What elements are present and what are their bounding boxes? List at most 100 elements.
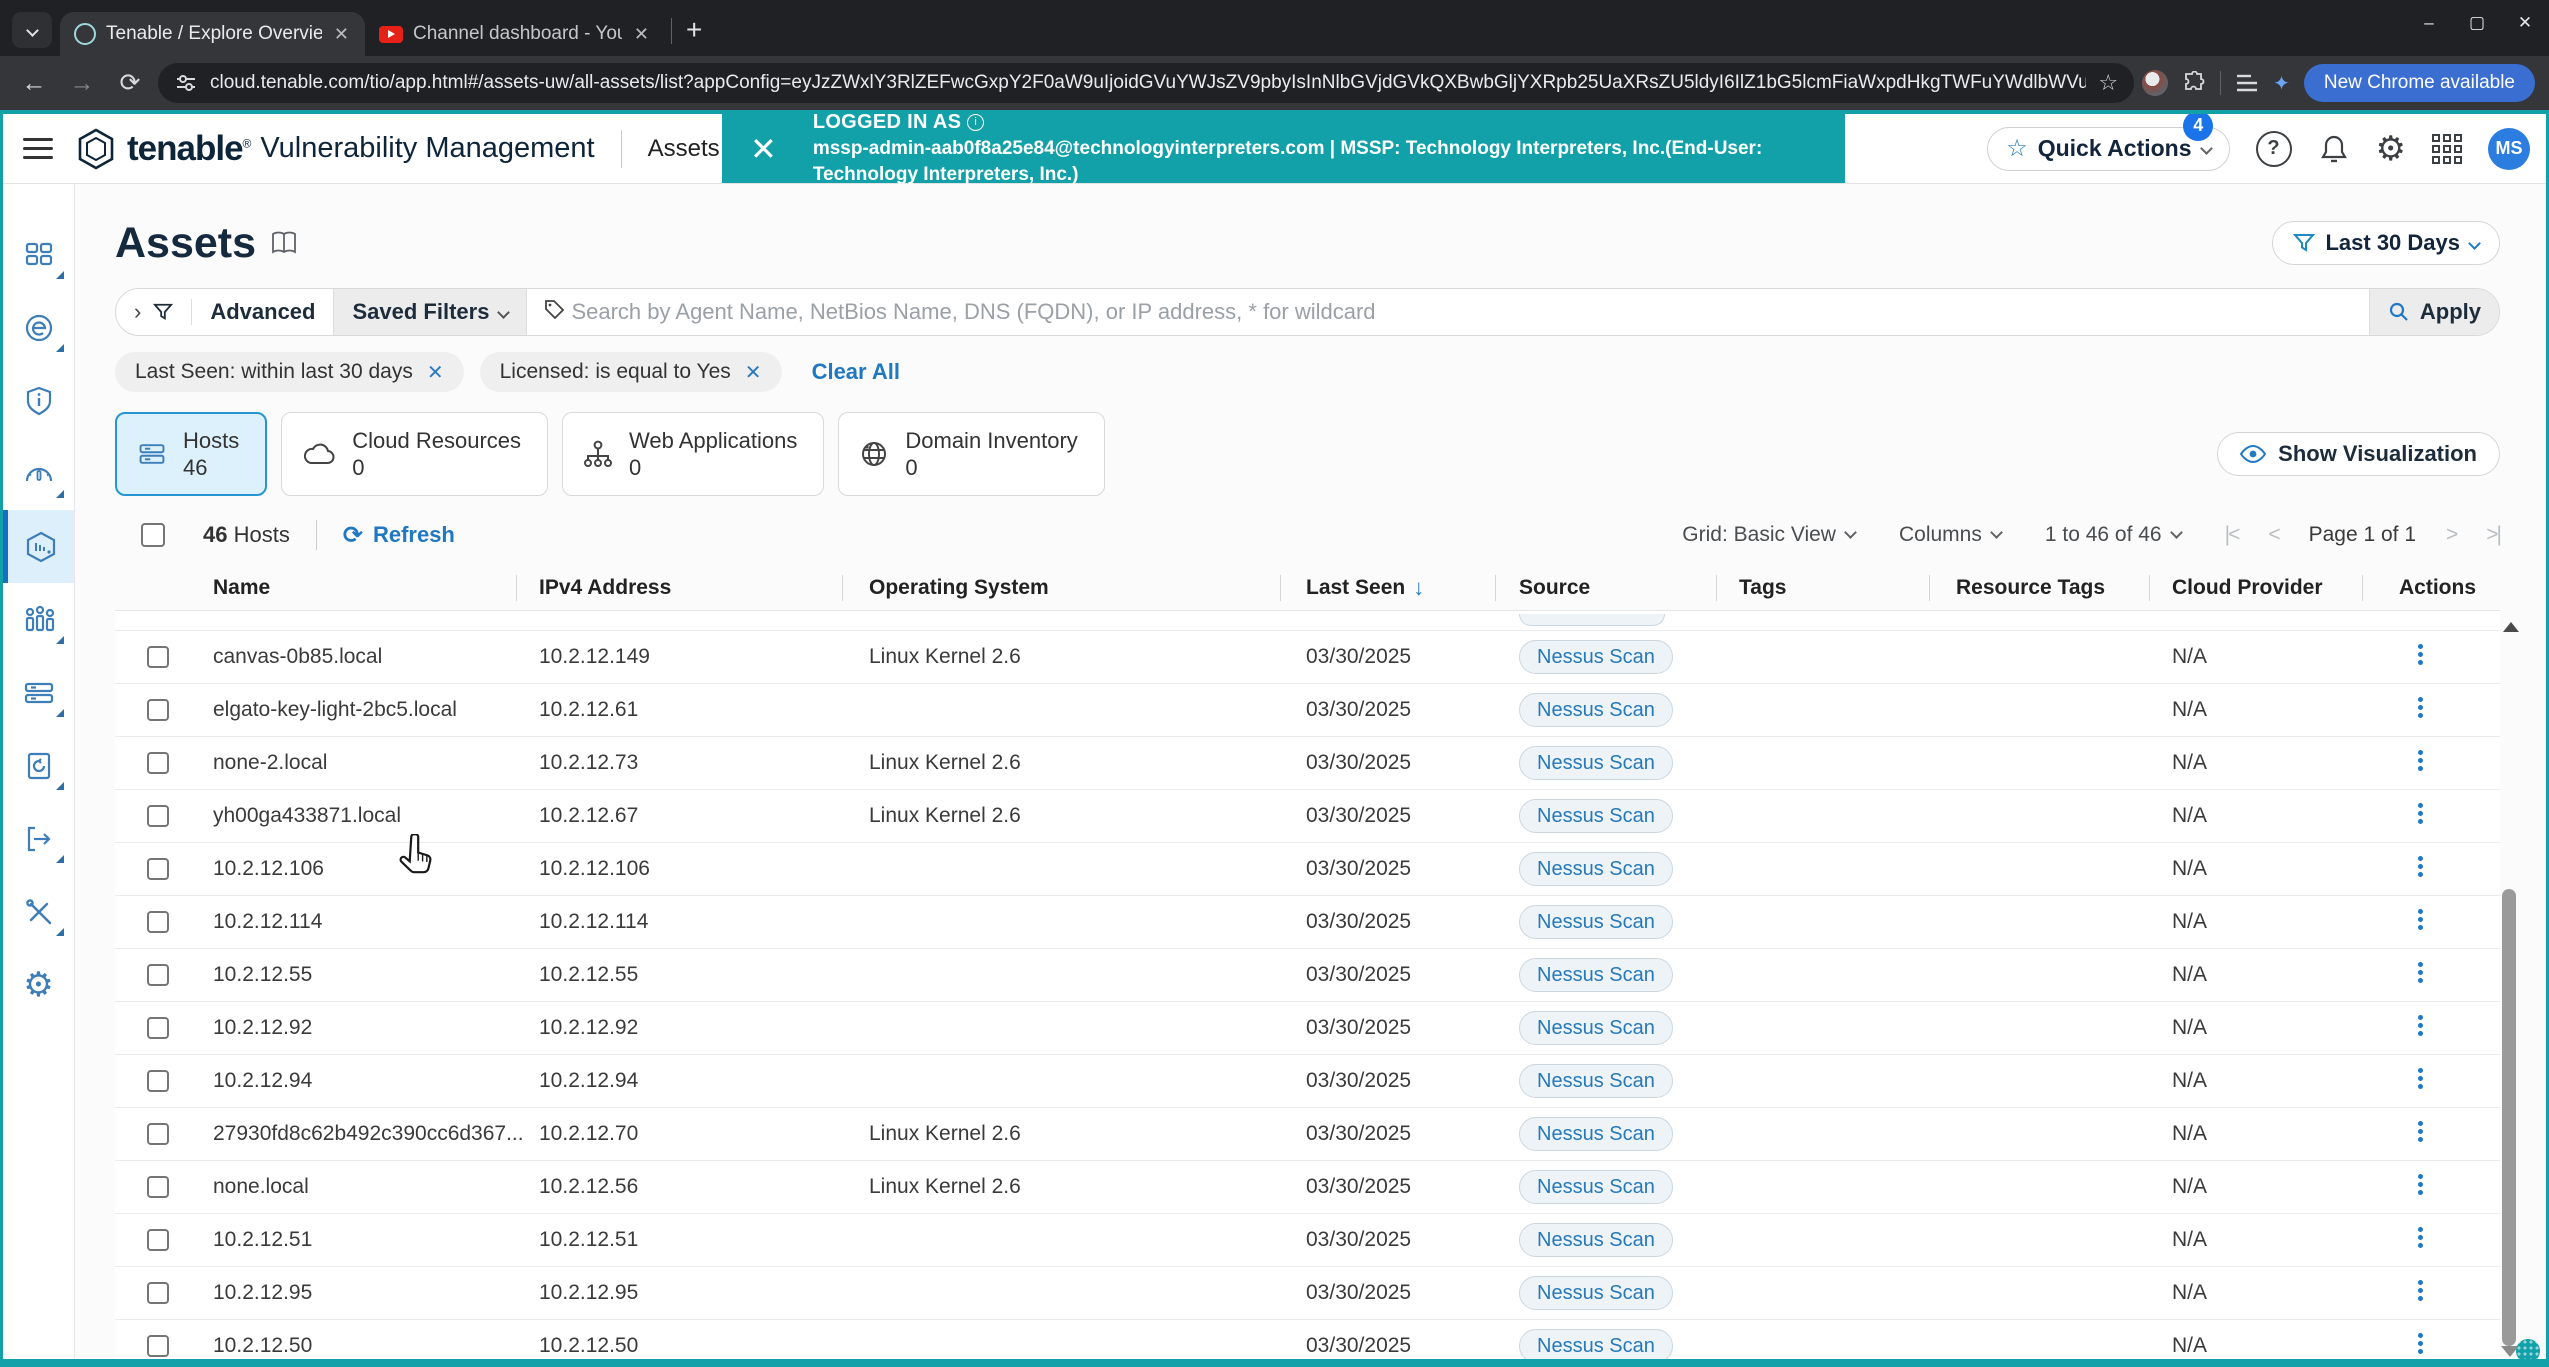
column-header-name[interactable]: Name (177, 566, 516, 610)
table-row[interactable]: none-2.local 10.2.12.73 Linux Kernel 2.6… (115, 737, 2500, 790)
row-checkbox[interactable] (147, 699, 169, 721)
row-actions-kebab-icon[interactable] (2362, 1330, 2423, 1357)
table-row[interactable]: 10.2.12.55 10.2.12.55 03/30/2025 Nessus … (115, 949, 2500, 1002)
table-row[interactable]: 10.2.12.92 10.2.12.92 03/30/2025 Nessus … (115, 1002, 2500, 1055)
cell-name[interactable]: 27930fd8c62b492c390cc6d367... (177, 1122, 516, 1146)
sidebar-item-sensors[interactable] (3, 656, 74, 729)
site-settings-icon[interactable] (174, 71, 198, 95)
row-checkbox[interactable] (147, 964, 169, 986)
assistant-spark-icon[interactable]: ✦ (2273, 71, 2290, 96)
chrome-update-chip[interactable]: New Chrome available (2304, 64, 2535, 102)
new-tab-button[interactable]: + (686, 14, 702, 46)
row-actions-kebab-icon[interactable] (2362, 906, 2423, 933)
select-all-checkbox[interactable] (141, 523, 165, 547)
source-pill[interactable]: Nessus Scan (1519, 693, 1673, 727)
sidebar-item-remediation-tools[interactable] (3, 875, 74, 948)
row-checkbox[interactable] (147, 911, 169, 933)
row-checkbox[interactable] (147, 1070, 169, 1092)
reading-list-icon[interactable] (2235, 72, 2259, 94)
bookmark-star-icon[interactable]: ☆ (2098, 70, 2118, 96)
row-actions-kebab-icon[interactable] (2362, 747, 2423, 774)
remove-filter-icon[interactable]: ✕ (427, 360, 444, 385)
table-row[interactable]: 27930fd8c62b492c390cc6d367... 10.2.12.70… (115, 1108, 2500, 1161)
column-header-resource-tags[interactable]: Resource Tags (1929, 566, 2149, 610)
row-actions-kebab-icon[interactable] (2362, 800, 2423, 827)
saved-filters-dropdown[interactable]: Saved Filters (334, 289, 527, 335)
source-pill[interactable]: Nessus Scan (1519, 1329, 1673, 1360)
window-close-button[interactable]: ✕ (2501, 0, 2549, 46)
window-minimize-button[interactable]: – (2405, 0, 2453, 46)
search-input[interactable] (571, 299, 2368, 325)
tab-search-button[interactable] (12, 12, 52, 48)
row-actions-kebab-icon[interactable] (2362, 1277, 2423, 1304)
back-icon[interactable]: ← (14, 69, 54, 98)
cell-name[interactable]: 10.2.12.114 (177, 910, 516, 934)
source-pill[interactable]: Nessus Scan (1519, 1011, 1673, 1045)
source-pill[interactable]: Nessus Scan (1519, 958, 1673, 992)
cell-name[interactable]: 10.2.12.55 (177, 963, 516, 987)
column-header-os[interactable]: Operating System (842, 566, 1280, 610)
table-scrollbar-thumb[interactable] (2502, 889, 2516, 1346)
row-checkbox[interactable] (147, 1123, 169, 1145)
url-text[interactable]: cloud.tenable.com/tio/app.html#/assets-u… (210, 72, 2086, 94)
row-checkbox[interactable] (147, 1229, 169, 1251)
app-switcher-icon[interactable] (2432, 134, 2462, 164)
row-actions-kebab-icon[interactable] (2362, 853, 2423, 880)
table-row[interactable]: 10.2.12.106 10.2.12.106 03/30/2025 Nessu… (115, 843, 2500, 896)
source-pill[interactable]: Nessus Scan (1519, 799, 1673, 833)
reload-icon[interactable]: ⟳ (110, 68, 150, 98)
filter-chip-licensed[interactable]: Licensed: is equal to Yes ✕ (480, 352, 782, 392)
cell-name[interactable]: canvas-0b85.local (177, 645, 516, 669)
tab-cloud-resources[interactable]: Cloud Resources0 (281, 412, 548, 496)
row-actions-kebab-icon[interactable] (2362, 694, 2423, 721)
table-row[interactable]: canvas-0b85.local 10.2.12.149 Linux Kern… (115, 631, 2500, 684)
row-actions-kebab-icon[interactable] (2362, 1224, 2423, 1251)
prev-page-icon[interactable]: < (2268, 523, 2278, 547)
row-checkbox[interactable] (147, 1017, 169, 1039)
row-actions-kebab-icon[interactable] (2362, 1171, 2423, 1198)
row-checkbox[interactable] (147, 858, 169, 880)
row-checkbox[interactable] (147, 752, 169, 774)
source-pill[interactable]: Nessus Scan (1519, 640, 1673, 674)
column-header-source[interactable]: Source (1495, 566, 1716, 610)
clear-all-link[interactable]: Clear All (812, 359, 900, 385)
refresh-button[interactable]: ⟳ Refresh (343, 521, 455, 550)
row-actions-kebab-icon[interactable] (2362, 641, 2423, 668)
column-header-cloud-provider[interactable]: Cloud Provider (2149, 566, 2362, 610)
table-row[interactable]: 10.2.12.94 10.2.12.94 03/30/2025 Nessus … (115, 1055, 2500, 1108)
sidebar-item-explore[interactable] (3, 291, 74, 364)
sidebar-item-exports[interactable] (3, 802, 74, 875)
tab-close-icon[interactable]: ✕ (632, 24, 651, 45)
column-header-actions[interactable]: Actions (2362, 566, 2500, 610)
row-actions-kebab-icon[interactable] (2362, 1065, 2423, 1092)
expand-filters-icon[interactable]: › (134, 299, 141, 325)
apply-button[interactable]: Apply (2369, 289, 2499, 335)
cell-name[interactable]: 10.2.12.95 (177, 1281, 516, 1305)
column-header-ipv4[interactable]: IPv4 Address (516, 566, 842, 610)
sidebar-item-dashboards[interactable] (3, 218, 74, 291)
sidebar-item-findings[interactable] (3, 364, 74, 437)
cell-name[interactable]: none.local (177, 1175, 516, 1199)
first-page-icon[interactable]: |< (2225, 523, 2239, 547)
row-actions-kebab-icon[interactable] (2362, 959, 2423, 986)
sidebar-item-analytics[interactable] (3, 583, 74, 656)
show-visualization-button[interactable]: Show Visualization (2217, 432, 2500, 476)
user-avatar[interactable]: MS (2488, 128, 2530, 170)
tab-close-icon[interactable]: ✕ (332, 24, 351, 45)
source-pill[interactable]: Nessus Scan (1519, 852, 1673, 886)
cell-name[interactable]: elgato-key-light-2bc5.local (177, 698, 516, 722)
table-row[interactable]: 10.2.12.50 10.2.12.50 03/30/2025 Nessus … (115, 1320, 2500, 1360)
browser-tab-tenable[interactable]: Tenable / Explore Overview / As ✕ (60, 12, 365, 56)
columns-dropdown[interactable]: Columns (1899, 523, 2001, 547)
cell-name[interactable]: 10.2.12.92 (177, 1016, 516, 1040)
sidebar-item-reports[interactable] (3, 729, 74, 802)
source-pill[interactable]: Nessus Scan (1519, 746, 1673, 780)
cell-name[interactable]: 10.2.12.94 (177, 1069, 516, 1093)
sidebar-item-inventory[interactable] (3, 510, 74, 583)
table-row[interactable]: 10.2.12.51 10.2.12.51 03/30/2025 Nessus … (115, 1214, 2500, 1267)
tab-domain-inventory[interactable]: Domain Inventory0 (838, 412, 1104, 496)
next-page-icon[interactable]: > (2446, 523, 2456, 547)
info-icon[interactable]: i (967, 114, 984, 131)
cell-name[interactable]: none-2.local (177, 751, 516, 775)
forward-icon[interactable]: → (62, 69, 102, 98)
